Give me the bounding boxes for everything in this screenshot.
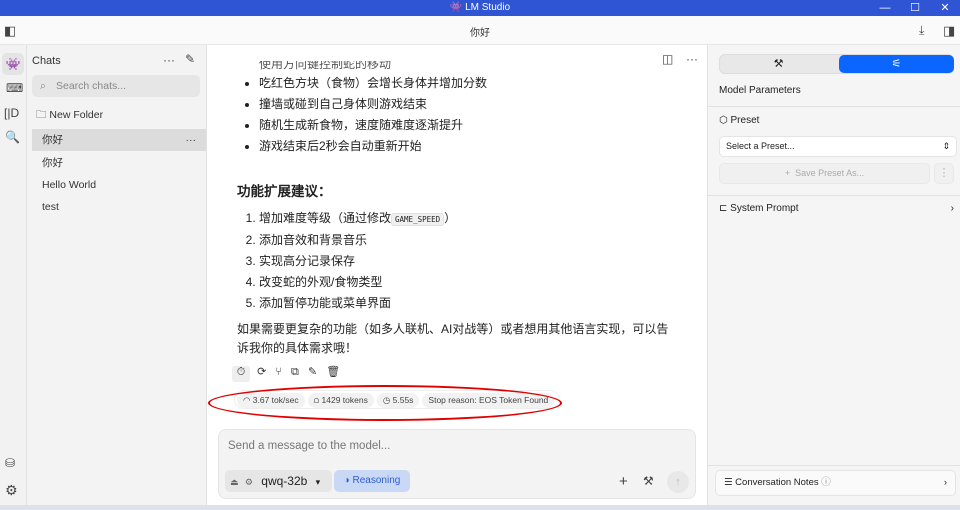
- annotation-ellipse: [208, 385, 562, 421]
- preset-label: ⬡ Preset: [719, 115, 759, 126]
- app-logo-icon: 👾: [449, 2, 463, 13]
- models-icon[interactable]: [|D: [4, 107, 19, 119]
- reasoning-icon: ◑: [343, 475, 350, 486]
- notes-icon: ☰: [724, 477, 733, 488]
- more-options-icon[interactable]: ···: [163, 54, 175, 66]
- chat-title: 你好: [470, 28, 490, 39]
- chat-label: 你好: [42, 134, 63, 146]
- minimize-button[interactable]: —: [870, 0, 900, 16]
- conversation-notes-button[interactable]: ☰ Conversation Notes ⓘ ›: [715, 470, 956, 496]
- parameters-tab-icon[interactable]: ⚟: [839, 55, 954, 73]
- new-folder-label: New Folder: [49, 109, 104, 121]
- list-item: 使用方向键控制蛇的移动: [259, 61, 689, 73]
- chevron-right-icon: ›: [950, 203, 954, 214]
- message-actions: ⏱ ⟳ ⑂ ⧉ ✎ 🗑: [232, 365, 340, 382]
- preset-select-value: Select a Preset...: [726, 141, 795, 151]
- taskbar-edge: [0, 505, 960, 510]
- chat-mode-icon[interactable]: 👾: [2, 53, 24, 75]
- delete-icon[interactable]: 🗑: [326, 366, 340, 378]
- settings-icon[interactable]: ⚙: [5, 483, 18, 497]
- chat-area: ◫ ··· 使用方向键控制蛇的移动 吃红色方块（食物）会增长身体并增加分数 撞墙…: [207, 45, 707, 510]
- list-item: 撞墙或碰到自己身体则游戏结束: [259, 94, 689, 115]
- chevron-right-icon: ›: [943, 477, 947, 488]
- list-item: 游戏结束后2秒会自动重新开始: [259, 136, 689, 157]
- section-heading: 功能扩展建议：: [237, 184, 332, 199]
- branch-icon[interactable]: ⑂: [275, 366, 282, 378]
- list-item: 添加暂停功能或菜单界面: [259, 293, 689, 314]
- chat-label: Hello World: [42, 179, 97, 191]
- header: ◧ 你好 ⤓ ◨: [0, 16, 960, 45]
- folder-icon: 🗀: [36, 109, 47, 121]
- chats-heading: Chats: [32, 55, 61, 67]
- search-icon: ⌕: [40, 80, 46, 92]
- tools-tab-icon[interactable]: ⚒: [720, 55, 837, 73]
- select-arrows-icon: ⇕: [942, 141, 950, 151]
- model-settings-icon[interactable]: ⚙: [245, 477, 253, 487]
- list-item: 吃红色方块（食物）会增长身体并增加分数: [259, 73, 689, 94]
- chevron-down-icon: ▾: [315, 477, 321, 487]
- save-preset-button[interactable]: + Save Preset As...: [719, 163, 930, 184]
- edit-icon[interactable]: ✎: [308, 366, 317, 378]
- list-item: 随机生成新食物，速度随难度逐渐提升: [259, 115, 689, 136]
- list-item: 增加难度等级（通过修改GAME_SPEED）: [259, 208, 689, 230]
- chat-label: test: [42, 201, 59, 213]
- message-input[interactable]: Send a message to the model...: [228, 440, 390, 452]
- help-icon: ⓘ: [821, 477, 831, 488]
- toggle-right-panel-icon[interactable]: ◨: [943, 24, 955, 37]
- model-name: qwq-32b: [261, 474, 308, 488]
- app-title: LM Studio: [465, 2, 511, 13]
- reasoning-label: Reasoning: [352, 475, 401, 486]
- close-button[interactable]: ✕: [930, 0, 960, 16]
- numbered-list: 增加难度等级（通过修改GAME_SPEED） 添加音效和背景音乐 实现高分记录保…: [259, 208, 689, 314]
- chat-label: 你好: [42, 157, 63, 169]
- model-selector[interactable]: ⏏ ⚙ qwq-32b ▾: [225, 470, 332, 492]
- chat-options-icon[interactable]: ···: [186, 129, 197, 151]
- system-prompt-icon: ⊏: [719, 203, 728, 214]
- maximize-button[interactable]: ☐: [900, 0, 930, 16]
- regenerate-icon[interactable]: ⟳: [257, 366, 266, 378]
- cube-icon: ⬡: [719, 115, 728, 126]
- tools-icon[interactable]: ⚒: [643, 475, 654, 487]
- bullet-list: 使用方向键控制蛇的移动 吃红色方块（食物）会增长身体并增加分数 撞墙或碰到自己身…: [259, 61, 689, 157]
- notes-label: Conversation Notes: [735, 477, 819, 488]
- system-prompt-row[interactable]: ⊏ System Prompt ›: [719, 203, 954, 214]
- inline-code: GAME_SPEED: [391, 213, 445, 226]
- list-item: 实现高分记录保存: [259, 251, 689, 272]
- hardware-icon[interactable]: ⛁: [5, 457, 15, 469]
- save-preset-label: Save Preset As...: [795, 168, 865, 178]
- closing-paragraph: 如果需要更复杂的功能（如多人联机、AI对战等）或者想用其他语言实现，可以告诉我你…: [237, 322, 669, 355]
- terminal-icon[interactable]: ⌨: [6, 82, 23, 94]
- chats-sidebar: Chats ··· ✎ ⌕ Search chats... 🗀 New Fold…: [27, 45, 207, 510]
- icon-rail: 👾 ⌨ [|D 🔍 ⛁ ⚙: [0, 45, 27, 510]
- composer: Send a message to the model... ⏏ ⚙ qwq-3…: [218, 429, 696, 499]
- search-chats-input[interactable]: ⌕ Search chats...: [32, 75, 200, 97]
- preset-more-button[interactable]: ⋮: [934, 163, 954, 184]
- copy-icon[interactable]: ⧉: [291, 366, 299, 378]
- preset-select[interactable]: Select a Preset... ⇕: [719, 136, 957, 157]
- system-prompt-label: System Prompt: [730, 203, 799, 214]
- search-placeholder: Search chats...: [56, 80, 127, 92]
- chat-item[interactable]: test: [32, 196, 206, 218]
- discover-icon[interactable]: 🔍: [5, 131, 20, 143]
- preset-text: Preset: [730, 115, 760, 126]
- list-text: 增加难度等级（通过修改: [259, 211, 392, 225]
- right-panel: ⚒ ⚟ Model Parameters ⬡ Preset Select a P…: [707, 45, 960, 510]
- list-item: 添加音效和背景音乐: [259, 230, 689, 251]
- list-text: ）: [444, 211, 457, 225]
- eject-icon[interactable]: ⏏: [230, 477, 239, 487]
- reasoning-toggle[interactable]: ◑ Reasoning: [334, 470, 410, 492]
- add-icon[interactable]: +: [619, 474, 628, 489]
- model-parameters-title: Model Parameters: [719, 85, 801, 96]
- title-bar: 👾 LM Studio — ☐ ✕: [0, 0, 960, 16]
- chat-item[interactable]: Hello World: [32, 174, 206, 196]
- chat-item[interactable]: 你好 ···: [32, 129, 206, 151]
- new-chat-icon[interactable]: ✎: [185, 53, 195, 65]
- new-folder-button[interactable]: 🗀 New Folder: [36, 107, 103, 125]
- panel-tabs: ⚒ ⚟: [719, 54, 954, 74]
- download-icon[interactable]: ⤓: [919, 24, 924, 36]
- timer-icon[interactable]: ⏱: [232, 366, 250, 382]
- list-item: 改变蛇的外观/食物类型: [259, 272, 689, 293]
- chat-item[interactable]: 你好: [32, 152, 206, 174]
- send-button[interactable]: ↑: [667, 471, 689, 493]
